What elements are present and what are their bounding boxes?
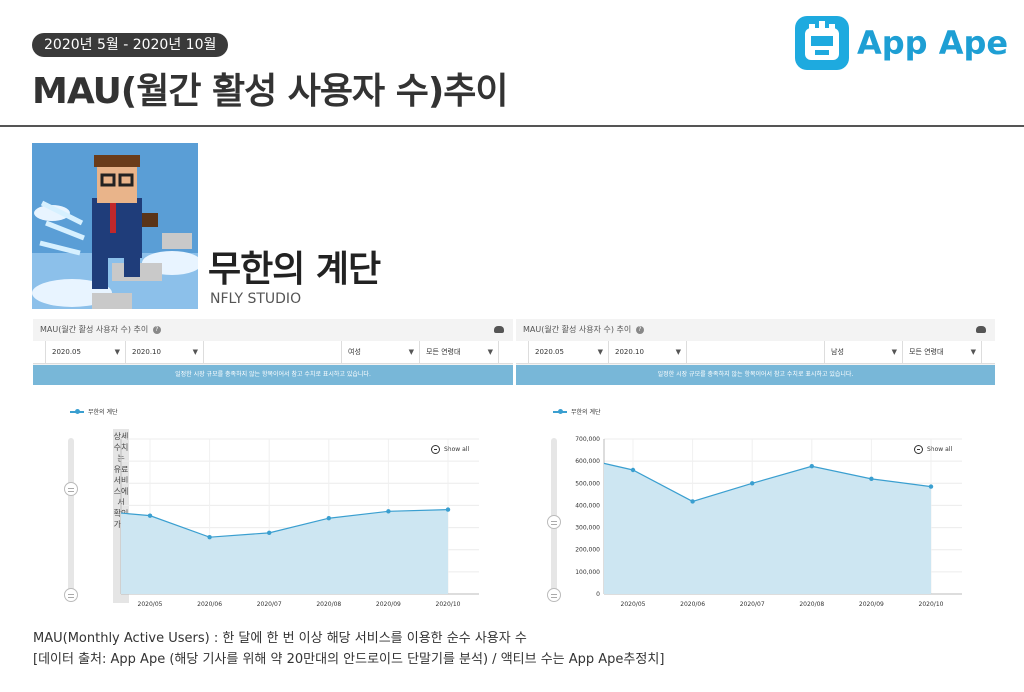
x-tick-label: 2020/07	[740, 601, 765, 608]
data-point	[147, 513, 153, 518]
footnote-data-source: [데이터 출처: App Ape (해당 기사를 위해 약 20만대의 안드로이…	[33, 652, 665, 667]
app-icon	[32, 143, 202, 309]
start-date-select[interactable]: 2020.05 ▼	[45, 341, 125, 363]
brand-name: App Ape	[857, 24, 1009, 62]
ape-icon	[795, 16, 849, 70]
gender-value: 남성	[831, 348, 844, 356]
download-icon[interactable]	[976, 326, 986, 333]
data-point	[326, 516, 331, 521]
data-point	[267, 530, 272, 536]
x-tick-label: 2020/06	[197, 601, 222, 608]
help-icon[interactable]: ?	[152, 325, 161, 334]
data-point	[386, 509, 391, 514]
age-select[interactable]: 모든 연령대 ▼	[902, 341, 982, 363]
y-tick-label: 0	[596, 591, 600, 598]
filter-spacer	[203, 341, 341, 363]
brand-logo: App Ape	[795, 14, 1008, 72]
help-icon[interactable]: ?	[635, 325, 644, 334]
mau-panel-female: MAU(월간 활성 사용자 수) 추이 ? 2020.05 ▼ 2020.10 ▼ …	[33, 319, 513, 612]
panel-header: MAU(월간 활성 사용자 수) 추이 ?	[516, 319, 995, 341]
period-badge: 2020년 5월 - 2020년 10월	[32, 33, 229, 57]
x-tick-label: 2020/09	[376, 601, 401, 608]
y-tick-label: 700,000	[575, 436, 600, 443]
start-date-select[interactable]: 2020.05 ▼	[528, 341, 608, 363]
end-date-select[interactable]: 2020.10 ▼	[608, 341, 686, 363]
data-point	[630, 467, 636, 473]
data-point	[869, 476, 874, 482]
page-title: MAU(월간 활성 사용자 수)추이	[32, 71, 509, 112]
data-point	[750, 481, 755, 486]
gender-value: 여성	[348, 348, 361, 356]
gender-select[interactable]: 남성 ▼	[824, 341, 902, 363]
notice-banner: 일정한 시장 규모를 충족하지 않는 항목이어서 참고 수치로 표시하고 있습니…	[516, 365, 995, 385]
x-tick-label: 2020/07	[257, 601, 282, 608]
chevron-down-icon: ▼	[675, 348, 681, 356]
chevron-down-icon: ▼	[970, 348, 976, 356]
notice-banner: 일정한 시장 규모를 충족하지 않는 항목이어서 참고 수치로 표시하고 있습니…	[33, 365, 513, 385]
panel-title: MAU(월간 활성 사용자 수) 추이	[523, 325, 632, 334]
chart-area: 무한의 계단 상세수치는 유료서비스에서 확인가능 Show all 2020/…	[33, 385, 513, 612]
chevron-down-icon: ▼	[192, 348, 198, 356]
y-tick-label: 600,000	[575, 458, 600, 465]
age-value: 모든 연령대	[909, 348, 944, 356]
y-tick-label: 200,000	[575, 547, 600, 554]
data-point	[690, 499, 695, 504]
chevron-down-icon: ▼	[597, 348, 603, 356]
chevron-down-icon: ▼	[114, 348, 120, 356]
series-area	[604, 463, 931, 594]
gender-select[interactable]: 여성 ▼	[341, 341, 419, 363]
y-tick-label: 100,000	[575, 569, 600, 576]
download-icon[interactable]	[494, 326, 504, 333]
data-point	[207, 534, 212, 540]
x-tick-label: 2020/05	[138, 601, 163, 608]
end-date-value: 2020.10	[132, 348, 161, 356]
data-point	[928, 484, 934, 489]
filter-row: 2020.05 ▼ 2020.10 ▼ 남성 ▼ 모든 연령대 ▼	[516, 341, 995, 364]
panel-header: MAU(월간 활성 사용자 수) 추이 ?	[33, 319, 513, 341]
y-tick-label: 400,000	[575, 502, 600, 509]
mau-chart-male: 0 100,000 200,000 300,000 400,000 500,000 600,…	[575, 436, 962, 608]
y-tick-label: 300,000	[575, 525, 600, 532]
end-date-value: 2020.10	[615, 348, 644, 356]
developer-name: NFLY STUDIO	[210, 291, 302, 307]
filter-row: 2020.05 ▼ 2020.10 ▼ 여성 ▼ 모든 연령대 ▼	[33, 341, 513, 364]
x-tick-label: 2020/10	[436, 601, 461, 608]
y-tick-label: 500,000	[575, 480, 600, 487]
mau-chart-female: 2020/05 2020/06 2020/07 2020/08 2020/09 2020/…	[120, 438, 479, 608]
chevron-down-icon: ▼	[891, 348, 897, 356]
x-tick-label: 2020/08	[799, 601, 824, 608]
x-tick-label: 2020/09	[859, 601, 884, 608]
chevron-down-icon: ▼	[408, 348, 414, 356]
x-tick-label: 2020/10	[919, 601, 944, 608]
age-select[interactable]: 모든 연령대 ▼	[419, 341, 499, 363]
panel-title: MAU(월간 활성 사용자 수) 추이	[40, 325, 149, 334]
age-value: 모든 연령대	[426, 348, 461, 356]
mau-panel-male: MAU(월간 활성 사용자 수) 추이 ? 2020.05 ▼ 2020.10 ▼ …	[516, 319, 995, 612]
data-point	[809, 464, 814, 469]
footnote-mau-definition: MAU(Monthly Active Users) : 한 달에 한 번 이상 …	[33, 631, 527, 646]
data-point	[445, 507, 451, 512]
chart-area: 무한의 계단 Show all 0 100,000 200,000 300,000 40…	[516, 385, 995, 612]
filter-spacer	[686, 341, 824, 363]
header-divider	[0, 125, 1024, 127]
start-date-value: 2020.05	[535, 348, 564, 356]
x-tick-label: 2020/06	[680, 601, 705, 608]
app-name: 무한의 계단	[208, 249, 381, 290]
chevron-down-icon: ▼	[487, 348, 493, 356]
end-date-select[interactable]: 2020.10 ▼	[125, 341, 203, 363]
x-tick-label: 2020/08	[316, 601, 341, 608]
x-tick-label: 2020/05	[621, 601, 646, 608]
start-date-value: 2020.05	[52, 348, 81, 356]
